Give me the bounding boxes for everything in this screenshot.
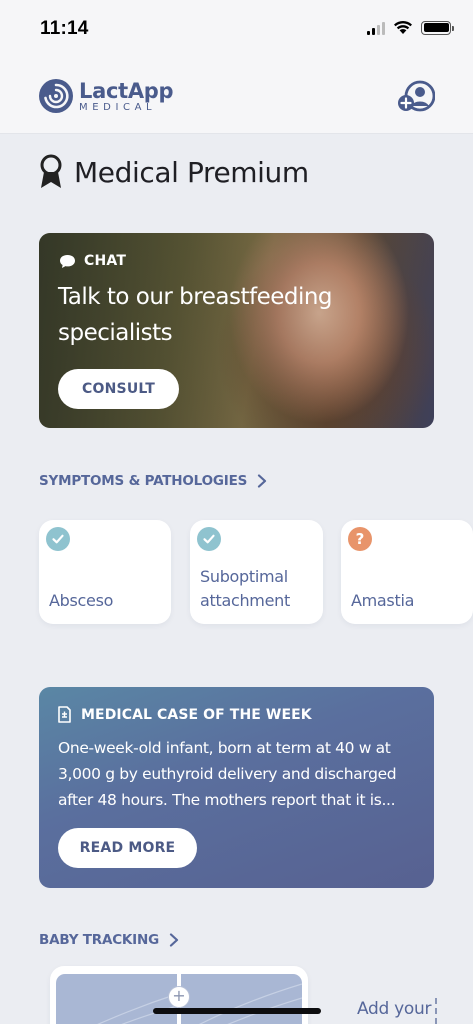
symptom-label: Amastia — [351, 591, 415, 610]
award-ribbon-icon — [40, 154, 62, 188]
question-icon: ? — [348, 527, 372, 551]
document-icon — [58, 706, 71, 723]
case-label-row: MEDICAL CASE OF THE WEEK — [58, 706, 312, 723]
add-entry-icon[interactable]: + — [168, 986, 190, 1008]
premium-heading: Medical Premium — [38, 154, 309, 190]
baby-tracking-section-link[interactable]: BABY TRACKING — [39, 932, 179, 948]
symptoms-section-label: SYMPTOMS & PATHOLOGIES — [39, 473, 248, 489]
logo-name: LactApp — [79, 78, 174, 103]
case-of-week-card[interactable]: MEDICAL CASE OF THE WEEK One-week-old in… — [39, 687, 434, 888]
chevron-right-icon — [258, 474, 267, 488]
battery-icon — [421, 20, 454, 35]
add-tracking-label[interactable]: Add your — [357, 999, 431, 1019]
dashed-divider — [435, 998, 437, 1024]
add-user-icon[interactable] — [397, 79, 435, 113]
app-header: LactApp MEDICAL — [0, 60, 473, 134]
page-title: Medical Premium — [74, 155, 309, 189]
logo-subtitle: MEDICAL — [79, 101, 157, 113]
symptom-card[interactable]: Absceso — [39, 520, 171, 624]
read-more-button[interactable]: READ MORE — [58, 828, 197, 868]
symptom-card[interactable]: Suboptimal attachment — [190, 520, 323, 624]
baby-tracking-section-label: BABY TRACKING — [39, 932, 159, 948]
symptom-label: Suboptimal attachment — [200, 567, 290, 610]
chat-label: CHAT — [84, 253, 127, 269]
chat-bubble-icon — [60, 254, 75, 268]
symptom-card[interactable]: ? Amastia — [341, 520, 473, 624]
case-label: MEDICAL CASE OF THE WEEK — [81, 706, 312, 723]
status-bar: 11:14 — [0, 0, 473, 60]
cellular-signal-icon — [367, 21, 385, 35]
case-summary: One-week-old infant, born at term at 40 … — [58, 739, 397, 809]
check-icon — [46, 527, 70, 551]
wifi-icon — [394, 20, 412, 34]
chevron-right-icon — [169, 933, 179, 947]
status-time: 11:14 — [40, 18, 89, 39]
chat-headline: Talk to our breastfeeding specialists — [58, 284, 333, 346]
chat-card[interactable]: CHAT Talk to our breastfeeding specialis… — [39, 233, 434, 428]
symptoms-section-link[interactable]: SYMPTOMS & PATHOLOGIES — [39, 473, 267, 489]
home-indicator[interactable] — [153, 1008, 321, 1014]
consult-button[interactable]: CONSULT — [58, 369, 179, 409]
check-icon — [197, 527, 221, 551]
chat-label-row: CHAT — [59, 253, 126, 269]
lactapp-logo: LactApp MEDICAL — [38, 78, 174, 114]
logo-swirl-icon — [39, 79, 73, 113]
status-icons — [367, 20, 454, 35]
symptom-label: Absceso — [49, 591, 114, 610]
